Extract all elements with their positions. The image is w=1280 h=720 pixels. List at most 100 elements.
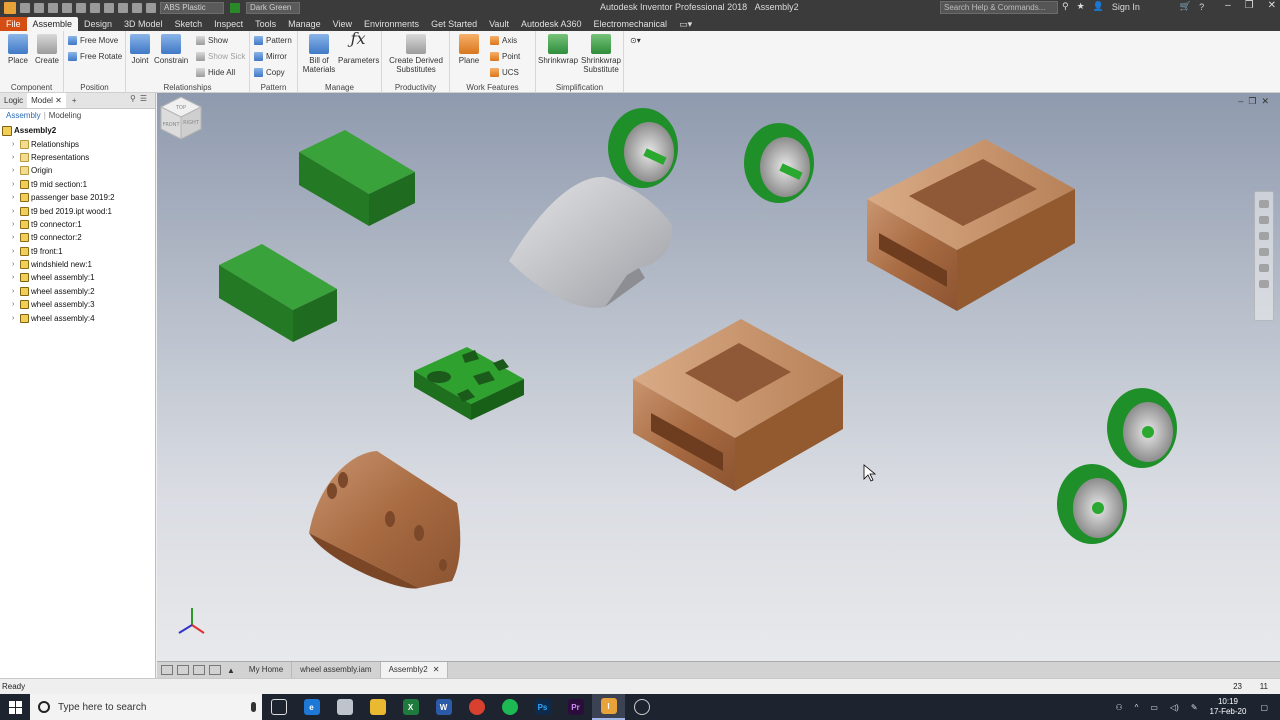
tree-item[interactable]: › t9 bed 2019.ipt wood:1: [0, 204, 155, 217]
subtab-modeling[interactable]: Modeling: [49, 111, 81, 120]
tree-root[interactable]: Assembly2: [0, 124, 155, 137]
pan-icon[interactable]: [1259, 216, 1269, 224]
constrain-button[interactable]: Constrain: [154, 34, 188, 65]
appearance-dropdown[interactable]: Dark Green: [246, 2, 300, 14]
orbit-icon[interactable]: [1259, 248, 1269, 256]
new-icon[interactable]: [34, 3, 44, 13]
network-icon[interactable]: ▭: [1150, 703, 1158, 712]
free-move-button[interactable]: Free Move: [68, 36, 118, 45]
expand-icon[interactable]: ›: [12, 154, 19, 161]
create-derived-substitutes-button[interactable]: Create Derived Substitutes: [384, 34, 448, 74]
volume-icon[interactable]: ◁): [1170, 703, 1179, 712]
tab-logic[interactable]: Logic: [0, 93, 27, 108]
tab-assemble[interactable]: Assemble: [26, 17, 79, 31]
restore-icon[interactable]: ❐: [1248, 96, 1261, 106]
plane-button[interactable]: Plane: [452, 34, 486, 65]
notifications-icon[interactable]: ▢: [1260, 703, 1268, 712]
view-face-icon[interactable]: [1259, 264, 1269, 272]
expand-icon[interactable]: ›: [12, 288, 19, 295]
undo-icon[interactable]: [76, 3, 86, 13]
tab-vault[interactable]: Vault: [483, 17, 515, 31]
viewcube[interactable]: TOP FRONT RIGHT: [157, 93, 205, 145]
tab-environments[interactable]: Environments: [358, 17, 425, 31]
point-button[interactable]: Point: [490, 52, 520, 61]
help-search-input[interactable]: Search Help & Commands...: [940, 1, 1058, 14]
expand-icon[interactable]: ›: [12, 181, 19, 188]
create-button[interactable]: Create: [30, 34, 64, 65]
home-icon[interactable]: [20, 3, 30, 13]
wood-front-part[interactable]: [309, 451, 461, 589]
expand-icon[interactable]: ›: [12, 208, 19, 215]
tab-manage[interactable]: Manage: [282, 17, 327, 31]
ribbon-options-icon[interactable]: ▭▾: [673, 17, 698, 31]
steering-wheel-icon[interactable]: [1259, 200, 1269, 208]
expand-icon[interactable]: ›: [12, 167, 19, 174]
taskbar-inventor[interactable]: I: [592, 694, 625, 720]
tree-item[interactable]: › wheel assembly:4: [0, 311, 155, 324]
wood-bed-center[interactable]: [633, 319, 843, 491]
search-icon[interactable]: ⚲: [130, 94, 140, 103]
viewport-window-controls[interactable]: –❐✕: [1238, 96, 1274, 107]
taskbar-premiere[interactable]: Pr: [559, 694, 592, 720]
taskbar-photoshop[interactable]: Ps: [526, 694, 559, 720]
green-connector-plate[interactable]: [414, 347, 524, 420]
show-hidden-icon[interactable]: ^: [1135, 703, 1139, 712]
expand-icon[interactable]: ›: [12, 301, 19, 308]
menu-icon[interactable]: ☰: [140, 94, 151, 103]
nav-options-icon[interactable]: [1259, 280, 1269, 288]
expand-icon[interactable]: ›: [12, 234, 19, 241]
grey-windshield[interactable]: [509, 176, 673, 308]
panel-title-work-features[interactable]: Work Features: [450, 83, 535, 92]
scene[interactable]: [157, 93, 1280, 661]
tree-item[interactable]: › windshield new:1: [0, 258, 155, 271]
expand-icon[interactable]: ›: [12, 194, 19, 201]
wheel-right-lower[interactable]: [1057, 464, 1127, 544]
subtab-assembly[interactable]: Assembly: [6, 111, 41, 120]
taskbar-file-explorer[interactable]: [361, 694, 394, 720]
return-icon[interactable]: [104, 3, 114, 13]
panel-title-relationships[interactable]: Relationships: [126, 83, 249, 92]
tree-item[interactable]: › Relationships: [0, 137, 155, 150]
free-rotate-button[interactable]: Free Rotate: [68, 52, 122, 61]
expand-icon[interactable]: ›: [12, 248, 19, 255]
inventor-app-icon[interactable]: [4, 2, 16, 14]
tree-item[interactable]: › t9 connector:2: [0, 231, 155, 244]
tab-design[interactable]: Design: [78, 17, 118, 31]
ribbon-extra-dropdown[interactable]: ⊙▾: [630, 36, 641, 45]
taskbar-app-clock[interactable]: [625, 694, 658, 720]
tab-tools[interactable]: Tools: [249, 17, 282, 31]
ucs-button[interactable]: UCS: [490, 68, 519, 77]
doc-tab-assembly2[interactable]: Assembly2 ✕: [380, 662, 449, 678]
save-icon[interactable]: [62, 3, 72, 13]
update-icon[interactable]: [118, 3, 128, 13]
taskbar-app-2[interactable]: [328, 694, 361, 720]
tab-model[interactable]: Model ✕: [27, 93, 66, 108]
expand-icon[interactable]: ›: [12, 315, 19, 322]
taskbar-excel[interactable]: X: [394, 694, 427, 720]
taskbar-search-input[interactable]: Type here to search: [30, 694, 262, 720]
close-icon[interactable]: ✕: [1261, 96, 1274, 106]
wheel-top-center[interactable]: [744, 123, 814, 203]
tree-item[interactable]: › wheel assembly:2: [0, 285, 155, 298]
panel-title-position[interactable]: Position: [64, 83, 125, 92]
close-icon[interactable]: ✕: [1268, 0, 1276, 11]
tree-item[interactable]: › wheel assembly:1: [0, 271, 155, 284]
doc-tab-wheel-assembly[interactable]: wheel assembly.iam: [292, 662, 381, 678]
tab-3d-model[interactable]: 3D Model: [118, 17, 169, 31]
graphics-viewport[interactable]: –❐✕ TOP FRONT RIGHT: [157, 93, 1280, 661]
task-view-button[interactable]: [262, 694, 295, 720]
close-icon[interactable]: ✕: [433, 665, 440, 674]
close-icon[interactable]: ✕: [55, 96, 62, 105]
doc-tab-my-home[interactable]: My Home: [241, 662, 293, 678]
expand-icon[interactable]: ›: [12, 274, 19, 281]
tab-sketch[interactable]: Sketch: [169, 17, 209, 31]
tab-file[interactable]: File: [0, 17, 27, 31]
zoom-icon[interactable]: [1259, 232, 1269, 240]
mirror-button[interactable]: Mirror: [254, 52, 287, 61]
shrinkwrap-button[interactable]: Shrinkwrap: [538, 34, 578, 65]
start-button[interactable]: [0, 694, 30, 720]
sign-in-link[interactable]: Sign In: [1112, 2, 1140, 12]
select-icon[interactable]: [132, 3, 142, 13]
pattern-button[interactable]: Pattern: [254, 36, 292, 45]
binoculars-icon[interactable]: ⚲: [1062, 1, 1069, 12]
